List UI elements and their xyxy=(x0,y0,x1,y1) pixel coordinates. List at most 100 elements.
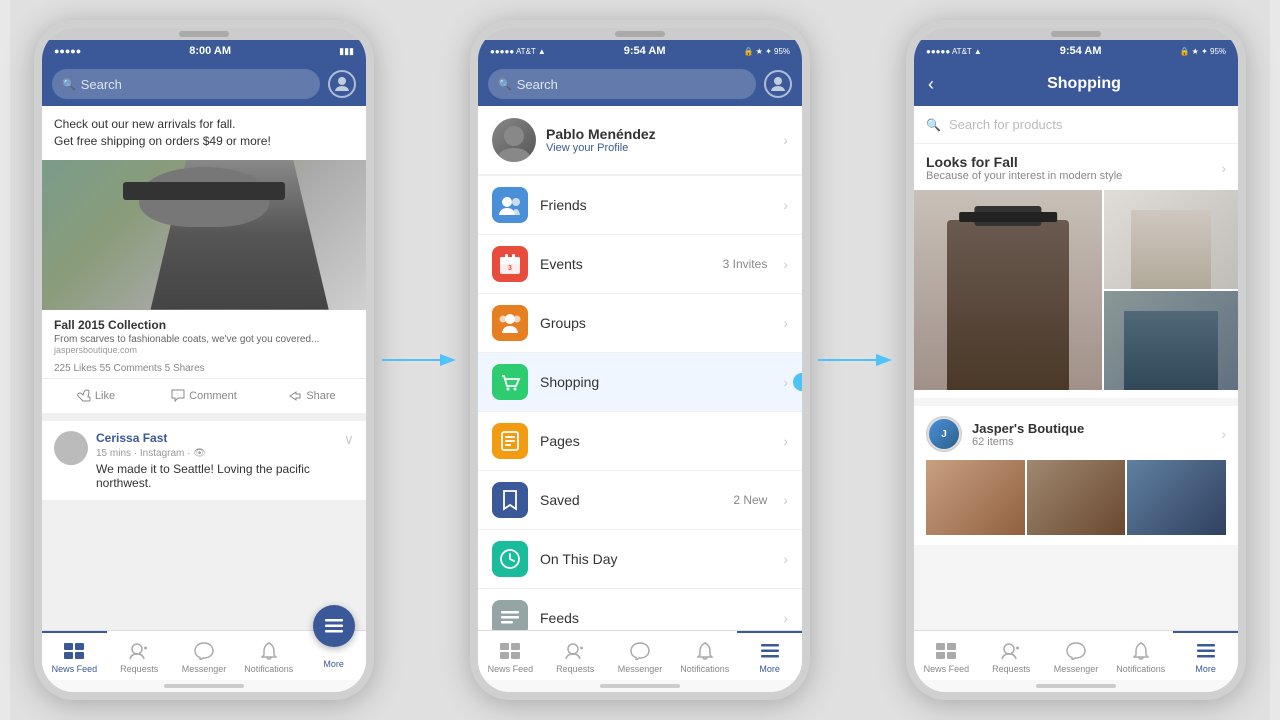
nav-requests-left[interactable]: Requests xyxy=(107,631,172,680)
search-bar-center[interactable]: 🔍 Search xyxy=(488,69,756,99)
feeds-icon-box xyxy=(492,600,528,630)
looks-for-fall-arrow: › xyxy=(1221,160,1226,176)
newsfeed-icon-right xyxy=(935,640,957,662)
comment-button[interactable]: Comment xyxy=(150,383,258,409)
battery-left: ▮▮▮ xyxy=(339,46,354,57)
nav-newsfeed-center[interactable]: News Feed xyxy=(478,631,543,680)
nav-notifications-center[interactable]: Notifications xyxy=(672,631,737,680)
signal-left: ●●●●● xyxy=(54,46,81,56)
groups-icon-box xyxy=(492,305,528,341)
menu-item-events[interactable]: 3 Events 3 Invites › xyxy=(478,235,802,294)
status-bar-center: ●●●●● AT&T ▲ 9:54 AM 🔒 ★ ✦ 95% xyxy=(478,40,802,62)
menu-item-pages[interactable]: Pages › xyxy=(478,412,802,471)
avatar-cerissa xyxy=(54,431,88,465)
post-image xyxy=(42,160,366,310)
search-icon-left: 🔍 xyxy=(62,78,76,91)
shopping-search-text: Search for products xyxy=(949,117,1062,132)
menu-item-onthisday[interactable]: On This Day › xyxy=(478,530,802,589)
time-right: 9:54 AM xyxy=(1060,45,1102,57)
profile-info: Pablo Menéndez View your Profile xyxy=(546,126,773,154)
fb-header-left: 🔍 Search xyxy=(42,62,366,106)
profile-icon-left[interactable] xyxy=(328,70,356,98)
nav-newsfeed-right[interactable]: News Feed xyxy=(914,631,979,680)
nav-more-left[interactable]: More xyxy=(301,631,366,680)
shopping-header: ‹ Shopping xyxy=(914,62,1238,106)
menu-item-feeds[interactable]: Feeds › xyxy=(478,589,802,630)
arrow-center-right xyxy=(818,345,898,375)
more-fab-button[interactable] xyxy=(313,605,355,647)
notifications-icon-left xyxy=(258,640,280,662)
newsfeed-icon-center xyxy=(499,640,521,662)
product-thumbs xyxy=(926,460,1226,535)
search-icon-center: 🔍 xyxy=(498,78,512,91)
search-bar-left[interactable]: 🔍 Search xyxy=(52,69,320,99)
shopping-search-bar[interactable]: 🔍 Search for products xyxy=(914,106,1238,144)
saved-badge: 2 New xyxy=(733,493,767,507)
status-bar-left: ●●●●● 8:00 AM ▮▮▮ xyxy=(42,40,366,62)
nav-notifications-right[interactable]: Notifications xyxy=(1108,631,1173,680)
nav-requests-center[interactable]: Requests xyxy=(543,631,608,680)
carrier-right: ●●●●● AT&T ▲ xyxy=(926,47,982,56)
messenger-icon-center xyxy=(629,640,651,662)
boutique-arrow: › xyxy=(1221,426,1226,442)
nav-requests-right[interactable]: Requests xyxy=(979,631,1044,680)
phone-left: ●●●●● 8:00 AM ▮▮▮ 🔍 Search Check out our… xyxy=(34,20,374,700)
notifications-icon-right xyxy=(1130,640,1152,662)
comment-content: Cerissa Fast ∨ 15 mins · Instagram · 👁 W… xyxy=(96,431,354,490)
more-icon-right xyxy=(1195,640,1217,662)
bottom-nav-right: News Feed Requests Messenger Notificatio… xyxy=(914,630,1238,680)
events-icon-box: 3 xyxy=(492,246,528,282)
share-button[interactable]: Share xyxy=(258,383,366,409)
svg-text:3: 3 xyxy=(508,265,512,272)
menu-item-shopping[interactable]: Shopping › xyxy=(478,353,802,412)
product-secondary-2 xyxy=(1104,291,1238,390)
shopping-title: Shopping xyxy=(944,75,1224,93)
product-secondary-images xyxy=(1104,190,1238,390)
search-label-center: Search xyxy=(517,77,558,92)
boutique-logo: J xyxy=(926,416,962,452)
menu-item-friends[interactable]: Friends › xyxy=(478,176,802,235)
post-caption: Fall 2015 Collection From scarves to fas… xyxy=(42,310,366,359)
post-actions: Like Comment Share xyxy=(42,378,366,413)
arrow-left-center xyxy=(382,345,462,375)
menu-item-groups[interactable]: Groups › xyxy=(478,294,802,353)
nav-messenger-left[interactable]: Messenger xyxy=(172,631,237,680)
nav-messenger-center[interactable]: Messenger xyxy=(608,631,673,680)
post-text: Check out our new arrivals for fall. Get… xyxy=(42,106,366,160)
time-center: 9:54 AM xyxy=(624,45,666,57)
product-thumb-3 xyxy=(1127,460,1226,535)
nav-newsfeed-left[interactable]: News Feed xyxy=(42,631,107,680)
messenger-icon-right xyxy=(1065,640,1087,662)
product-main-image xyxy=(914,190,1102,390)
nav-more-center[interactable]: More xyxy=(737,631,802,680)
comment-post: Cerissa Fast ∨ 15 mins · Instagram · 👁 W… xyxy=(42,421,366,500)
search-label-left: Search xyxy=(81,77,122,92)
more-icon-center xyxy=(759,640,781,662)
shopping-chevron: › xyxy=(783,374,788,390)
ad-post: Check out our new arrivals for fall. Get… xyxy=(42,106,366,413)
battery-right: 🔒 ★ ✦ 95% xyxy=(1179,47,1226,56)
like-button[interactable]: Like xyxy=(42,383,150,409)
bottom-nav-center: News Feed Requests Messenger Notificatio… xyxy=(478,630,802,680)
boutique-row[interactable]: J Jasper's Boutique 62 items › xyxy=(926,416,1226,452)
messenger-icon-left xyxy=(193,640,215,662)
newsfeed-icon xyxy=(63,640,85,662)
phone-right: ●●●●● AT&T ▲ 9:54 AM 🔒 ★ ✦ 95% ‹ Shoppin… xyxy=(906,20,1246,700)
back-button[interactable]: ‹ xyxy=(928,74,934,95)
onthisday-chevron: › xyxy=(783,551,788,567)
nav-messenger-right[interactable]: Messenger xyxy=(1044,631,1109,680)
shopping-search-icon: 🔍 xyxy=(926,118,941,132)
nav-more-right[interactable]: More xyxy=(1173,631,1238,680)
notifications-icon-center xyxy=(694,640,716,662)
requests-icon-left xyxy=(128,640,150,662)
profile-row[interactable]: Pablo Menéndez View your Profile › xyxy=(478,106,802,174)
section-looks-for-fall[interactable]: Looks for Fall Because of your interest … xyxy=(914,144,1238,188)
product-secondary-1 xyxy=(1104,190,1238,289)
shopping-icon-box xyxy=(492,364,528,400)
product-thumb-2 xyxy=(1027,460,1126,535)
menu-item-saved[interactable]: Saved 2 New › xyxy=(478,471,802,530)
friends-icon-box xyxy=(492,187,528,223)
profile-icon-center[interactable] xyxy=(764,70,792,98)
nav-notifications-left[interactable]: Notifications xyxy=(236,631,301,680)
boutique-section: J Jasper's Boutique 62 items › xyxy=(914,406,1238,545)
